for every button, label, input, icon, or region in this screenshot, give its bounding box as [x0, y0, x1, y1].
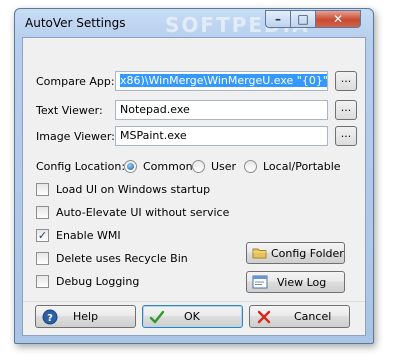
window-title: AutoVer Settings: [25, 16, 126, 30]
checkbox-enable-wmi[interactable]: ✓: [36, 229, 49, 242]
compare-app-label: Compare App:: [36, 75, 115, 88]
checkbox-auto-elevate-label[interactable]: Auto-Elevate UI without service: [56, 206, 229, 219]
image-viewer-field[interactable]: MSPaint.exe: [115, 126, 328, 146]
ok-button[interactable]: OK: [142, 305, 243, 328]
compare-app-browse-button[interactable]: ...: [335, 71, 357, 91]
text-viewer-browse-button[interactable]: ...: [335, 100, 357, 120]
radio-local-portable[interactable]: [244, 160, 257, 173]
close-button[interactable]: ✕: [315, 10, 361, 28]
radio-user[interactable]: [192, 160, 205, 173]
checkbox-auto-elevate[interactable]: [36, 206, 49, 219]
config-location-label: Config Location:: [36, 160, 126, 173]
config-folder-label: Config Folder: [271, 246, 344, 260]
text-viewer-label: Text Viewer:: [36, 104, 103, 117]
cancel-x-icon: [257, 310, 271, 324]
ok-label: OK: [184, 310, 200, 323]
checkbox-debug-logging-label[interactable]: Debug Logging: [56, 275, 139, 288]
close-icon: ✕: [332, 12, 344, 26]
image-viewer-browse-button[interactable]: ...: [335, 126, 357, 146]
minimize-icon: –: [275, 12, 281, 26]
help-button[interactable]: ? Help: [35, 305, 136, 328]
settings-panel: Compare App: x86)\WinMerge\WinMergeU.exe…: [22, 37, 366, 336]
compare-app-field[interactable]: x86)\WinMerge\WinMergeU.exe "{0}" "{1}": [115, 71, 328, 91]
cancel-label: Cancel: [294, 310, 332, 323]
image-viewer-label: Image Viewer:: [36, 130, 115, 143]
checkbox-enable-wmi-label[interactable]: Enable WMI: [56, 229, 121, 242]
checkbox-recycle-bin-label[interactable]: Delete uses Recycle Bin: [56, 252, 188, 265]
radio-common[interactable]: [124, 160, 137, 173]
log-window-icon: [252, 275, 268, 289]
radio-local-portable-label[interactable]: Local/Portable: [263, 160, 341, 173]
view-log-button[interactable]: View Log: [246, 271, 345, 293]
config-folder-button[interactable]: Config Folder: [246, 242, 345, 264]
minimize-button[interactable]: –: [265, 10, 291, 28]
cancel-button[interactable]: Cancel: [249, 305, 350, 328]
checkbox-load-ui-startup-label[interactable]: Load UI on Windows startup: [56, 183, 210, 196]
compare-app-value: x86)\WinMerge\WinMergeU.exe "{0}" "{1}": [120, 74, 327, 87]
view-log-label: View Log: [277, 275, 327, 289]
help-label: Help: [73, 310, 99, 323]
text-viewer-field[interactable]: Notepad.exe: [115, 100, 328, 120]
settings-window: AutoVer Settings SOFTPEDIA – □ ✕ Compare…: [14, 8, 374, 344]
checkmark-icon: [149, 310, 165, 324]
maximize-icon: □: [297, 12, 309, 26]
checkbox-recycle-bin[interactable]: [36, 252, 49, 265]
svg-text:?: ?: [47, 313, 53, 324]
title-bar[interactable]: AutoVer Settings SOFTPEDIA – □ ✕: [15, 9, 373, 37]
folder-icon: [252, 248, 267, 259]
radio-user-label[interactable]: User: [211, 160, 236, 173]
footer-divider: [23, 301, 365, 302]
checkbox-debug-logging[interactable]: [36, 275, 49, 288]
maximize-button[interactable]: □: [290, 10, 316, 28]
checkbox-load-ui-startup[interactable]: [36, 183, 49, 196]
radio-common-label[interactable]: Common: [143, 160, 193, 173]
help-icon: ?: [42, 309, 58, 325]
